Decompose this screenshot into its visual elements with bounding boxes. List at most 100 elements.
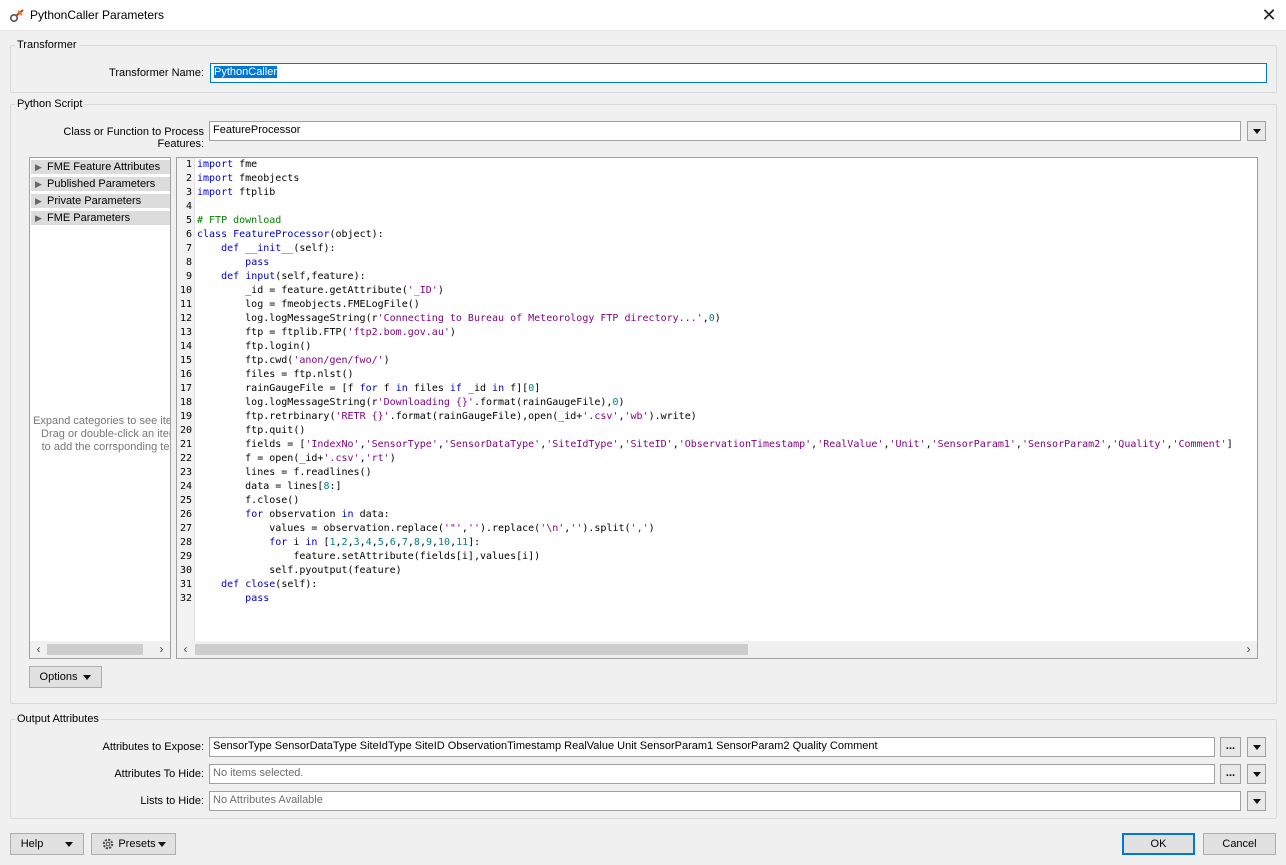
tree-item-fme-parameters[interactable]: ▶ FME Parameters: [31, 211, 170, 226]
scroll-right-icon[interactable]: ›: [1240, 641, 1257, 658]
code-text: def close(self):: [221, 579, 318, 590]
code-text: log.logMessageString(r'Connecting to Bur…: [197, 313, 721, 324]
code-text: def input(self,feature):: [221, 271, 366, 282]
lists-hide-dropdown[interactable]: [1247, 791, 1266, 811]
chevron-right-icon: ▶: [35, 162, 42, 172]
code-text: ftp.quit(): [197, 425, 306, 436]
attributes-hide-dropdown[interactable]: [1247, 764, 1266, 784]
code-text: ftp.retrbinary('RETR {}'.format(rainGaug…: [197, 411, 697, 422]
attributes-expose-edit-button[interactable]: ...: [1220, 737, 1241, 757]
output-attributes-group-label: Output Attributes: [15, 713, 101, 725]
code-text: ftp.login(): [197, 341, 312, 352]
line-number: 4: [185, 201, 192, 212]
scroll-left-icon[interactable]: ‹: [177, 641, 194, 658]
line-number: 32: [179, 593, 192, 604]
line-number: 25: [179, 495, 192, 506]
line-number: 11: [179, 299, 192, 310]
class-function-dropdown[interactable]: [1247, 121, 1266, 141]
tree-item-label: Published Parameters: [47, 178, 156, 190]
help-button[interactable]: Help: [10, 833, 84, 855]
code-text: self.pyoutput(feature): [197, 565, 402, 576]
presets-label: Presets: [118, 838, 156, 850]
code-text: import fme: [197, 159, 258, 170]
line-number: 17: [179, 383, 192, 394]
line-number: 7: [185, 243, 192, 254]
tree-horizontal-scrollbar[interactable]: ‹ ›: [30, 641, 170, 658]
line-number: 24: [179, 481, 192, 492]
line-number: 1: [185, 159, 192, 170]
line-number: 6: [185, 229, 192, 240]
tree-item-label: FME Parameters: [47, 212, 131, 224]
code-text: feature.setAttribute(fields[i],values[i]…: [197, 551, 541, 562]
line-number: 27: [179, 523, 192, 534]
tree-item-label: Private Parameters: [47, 195, 142, 207]
line-number: 29: [179, 551, 192, 562]
tree-hint-text: Expand categories to see iten Drag or do…: [33, 415, 170, 453]
code-text: for i in [1,2,3,4,5,6,7,8,9,10,11]:: [269, 537, 481, 548]
code-text: lines = f.readlines(): [197, 467, 372, 478]
editor-horizontal-scrollbar[interactable]: ‹ ›: [177, 641, 1257, 658]
line-number: 23: [179, 467, 192, 478]
class-function-label: Class or Function to Process Features:: [63, 126, 204, 150]
line-number: 10: [179, 285, 192, 296]
code-text: data = lines[8:]: [197, 481, 342, 492]
scrollbar-thumb[interactable]: [195, 644, 748, 655]
class-function-input[interactable]: FeatureProcessor: [209, 121, 1241, 141]
code-text: import ftplib: [197, 187, 276, 198]
lists-hide-input[interactable]: No Attributes Available: [209, 791, 1241, 811]
scroll-right-icon[interactable]: ›: [153, 641, 170, 658]
lists-hide-label: Lists to Hide:: [140, 795, 204, 807]
line-number: 31: [179, 579, 192, 590]
line-number: 9: [185, 271, 192, 282]
help-label: Help: [20, 838, 44, 850]
transformer-app-icon: [9, 9, 24, 23]
line-number: 5: [185, 215, 192, 226]
attributes-hide-input[interactable]: No items selected.: [209, 764, 1215, 784]
chevron-right-icon: ▶: [35, 179, 42, 189]
scrollbar-thumb[interactable]: [47, 644, 143, 655]
ok-button[interactable]: OK: [1122, 833, 1195, 855]
chevron-right-icon: ▶: [35, 196, 42, 206]
close-icon[interactable]: ✕: [1252, 0, 1286, 31]
transformer-group-label: Transformer: [15, 39, 79, 51]
line-number: 28: [179, 537, 192, 548]
title-bar: PythonCaller Parameters ✕: [0, 0, 1286, 31]
line-number: 19: [179, 411, 192, 422]
attributes-expose-label: Attributes to Expose:: [102, 741, 205, 753]
cancel-button[interactable]: Cancel: [1203, 833, 1276, 855]
line-number: 3: [185, 187, 192, 198]
transformer-name-input[interactable]: PythonCaller: [210, 63, 1267, 83]
code-text: ftp = ftplib.FTP('ftp2.bom.gov.au'): [197, 327, 456, 338]
code-text: fields = ['IndexNo','SensorType','Sensor…: [197, 439, 1233, 450]
code-text: values = observation.replace('"','').rep…: [197, 523, 655, 534]
attributes-expose-input[interactable]: SensorType SensorDataType SiteIdType Sit…: [209, 737, 1215, 757]
line-number: 26: [179, 509, 192, 520]
presets-button[interactable]: Presets: [91, 833, 176, 855]
tree-item-published-parameters[interactable]: ▶ Published Parameters: [31, 177, 170, 192]
line-number: 18: [179, 397, 192, 408]
line-number: 14: [179, 341, 192, 352]
chevron-down-icon: [65, 841, 74, 847]
code-text: def __init__(self):: [221, 243, 336, 254]
tree-item-label: FME Feature Attributes: [47, 161, 161, 173]
tree-item-private-parameters[interactable]: ▶ Private Parameters: [31, 194, 170, 209]
attribute-tree-panel: ▶ FME Feature Attributes ▶ Published Param…: [29, 157, 171, 659]
options-button[interactable]: Options: [29, 666, 102, 688]
code-text: rainGaugeFile = [f for f in files if _id…: [197, 383, 541, 394]
gear-icon: [103, 838, 114, 850]
chevron-down-icon: [157, 841, 166, 847]
attributes-hide-edit-button[interactable]: ...: [1220, 764, 1241, 784]
attributes-expose-dropdown[interactable]: [1247, 737, 1266, 757]
transformer-name-value: PythonCaller: [214, 66, 277, 78]
code-text: log = fmeobjects.FMELogFile(): [197, 299, 420, 310]
python-script-group-label: Python Script: [15, 98, 85, 110]
code-text: f = open(_id+'.csv','rt'): [197, 453, 396, 464]
scroll-left-icon[interactable]: ‹: [30, 641, 47, 658]
code-text: for observation in data:: [245, 509, 390, 520]
tree-item-fme-feature-attributes[interactable]: ▶ FME Feature Attributes: [31, 160, 170, 175]
chevron-down-icon: [83, 674, 92, 680]
line-number: 13: [179, 327, 192, 338]
python-code-editor[interactable]: 1 import fme 2 import fmeobjects 3 import ftp…: [176, 157, 1258, 659]
line-number: 16: [179, 369, 192, 380]
attributes-hide-label: Attributes To Hide:: [114, 768, 204, 780]
